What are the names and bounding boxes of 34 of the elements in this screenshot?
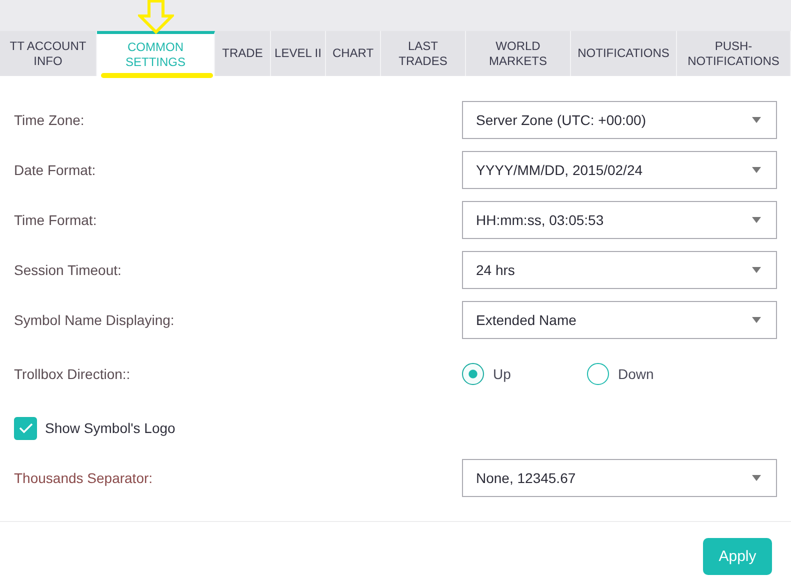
radio-label[interactable]: Up: [493, 366, 511, 382]
dropdown[interactable]: 24 hrs: [462, 251, 777, 289]
checkbox-label[interactable]: Show Symbol's Logo: [45, 420, 176, 436]
setting-label: Date Format:: [14, 161, 97, 180]
setting-label: Session Timeout:: [14, 261, 122, 280]
dropdown-caret-icon: [752, 117, 761, 123]
settings-tab[interactable]: CHART: [326, 31, 381, 76]
radio-button[interactable]: [587, 363, 609, 385]
dropdown-caret-icon: [752, 475, 761, 481]
dropdown[interactable]: Server Zone (UTC: +00:00): [462, 101, 777, 139]
settings-tab[interactable]: LAST TRADES: [381, 31, 466, 76]
settings-tab[interactable]: TRADE: [215, 31, 271, 76]
dropdown-caret-icon: [752, 317, 761, 323]
setting-label: Time Zone:: [14, 111, 86, 130]
setting-label: Thousands Separator:: [14, 469, 154, 488]
settings-tab[interactable]: WORLD MARKETS: [466, 31, 571, 76]
dropdown[interactable]: Extended Name: [462, 301, 777, 339]
radio-button[interactable]: [462, 363, 484, 385]
dropdown[interactable]: None, 12345.67: [462, 459, 777, 497]
dropdown-caret-icon: [752, 167, 761, 173]
settings-tab[interactable]: LEVEL II: [271, 31, 326, 76]
dropdown[interactable]: YYYY/MM/DD, 2015/02/24: [462, 151, 777, 189]
settings-tab[interactable]: NOTIFICATIONS: [571, 31, 677, 76]
settings-tab[interactable]: PUSH-NOTIFICATIONS: [677, 31, 791, 76]
radio-label[interactable]: Down: [618, 366, 654, 382]
setting-label: Symbol Name Displaying:: [14, 311, 176, 330]
setting-label: Time Format:: [14, 211, 98, 230]
dropdown[interactable]: HH:mm:ss, 03:05:53: [462, 201, 777, 239]
setting-label: Trollbox Direction::: [14, 365, 132, 384]
checkbox[interactable]: [14, 416, 37, 440]
checkmark-icon: [18, 422, 34, 434]
dropdown-caret-icon: [752, 217, 761, 223]
highlight-arrow-icon: [138, 0, 174, 34]
dropdown-caret-icon: [752, 267, 761, 273]
